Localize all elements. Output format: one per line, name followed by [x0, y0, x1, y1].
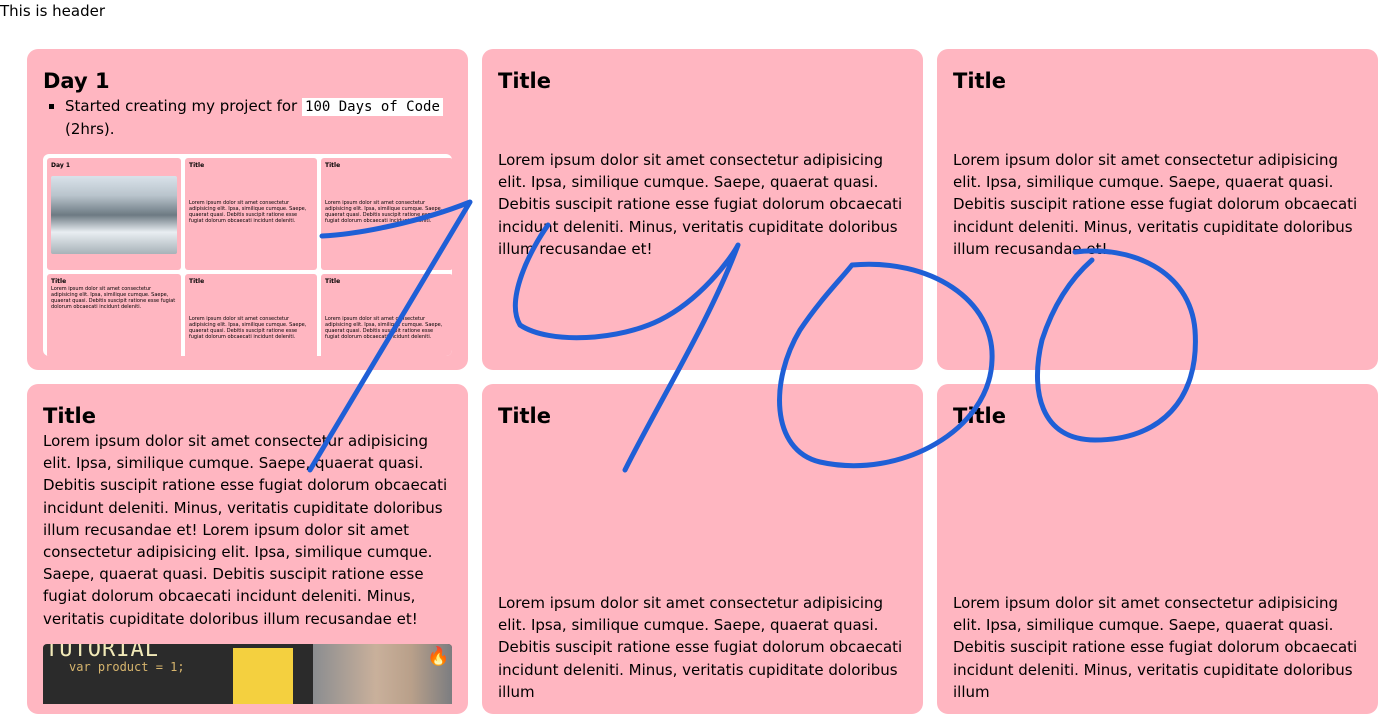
- card-title: Title: [498, 69, 552, 93]
- mini-card-text: Lorem ipsum dolor sit amet consectetur a…: [325, 316, 443, 341]
- mini-card-text: Lorem ipsum dolor sit amet consectetur a…: [189, 200, 307, 225]
- day-1-list: Started creating my project for 100 Days…: [43, 95, 452, 140]
- list-item: Started creating my project for 100 Days…: [65, 95, 452, 140]
- mini-card: Title Lorem ipsum dolor sit amet consect…: [185, 158, 317, 271]
- card-text: Lorem ipsum dolor sit amet consectetur a…: [498, 151, 903, 258]
- card-day-1: Day 1 Started creating my project for 10…: [27, 49, 468, 370]
- card-title: Title: [43, 404, 97, 428]
- card-4: Title Lorem ipsum dolor sit amet consect…: [27, 384, 468, 714]
- video-thumbnail: TUTORIAL var product = 1; 🔥: [43, 643, 452, 704]
- mini-card: Title Lorem ipsum dolor sit amet consect…: [321, 274, 452, 357]
- waterfall-image: [51, 176, 177, 255]
- screenshot-preview-image: Day 1 Title Lorem ipsum dolor sit amet c…: [43, 154, 452, 357]
- card-title: Title: [498, 404, 552, 428]
- list-item-text: Started creating my project for: [65, 97, 298, 115]
- mini-card-text: Lorem ipsum dolor sit amet consectetur a…: [51, 286, 176, 311]
- mini-card-title: Title: [325, 278, 341, 286]
- page-header: This is header: [0, 2, 106, 20]
- card-title: Title: [953, 404, 1007, 428]
- card-text: Lorem ipsum dolor sit amet consectetur a…: [498, 594, 903, 701]
- mini-card-title: Title: [325, 162, 341, 170]
- mini-card: Title Lorem ipsum dolor sit amet consect…: [185, 274, 317, 357]
- card-5: Title Lorem ipsum dolor sit amet consect…: [482, 384, 923, 714]
- flame-icon: 🔥: [427, 645, 450, 667]
- card-3: Title Lorem ipsum dolor sit amet consect…: [937, 49, 1378, 370]
- mini-card: Title Lorem ipsum dolor sit amet consect…: [321, 158, 452, 271]
- card-2: Title Lorem ipsum dolor sit amet consect…: [482, 49, 923, 370]
- video-code-line: var product = 1;: [69, 659, 185, 674]
- mini-card-title: Day 1: [51, 162, 71, 170]
- card-title: Day 1: [43, 69, 110, 93]
- mini-card: Title Lorem ipsum dolor sit amet consect…: [47, 274, 181, 357]
- card-text: Lorem ipsum dolor sit amet consectetur a…: [953, 594, 1358, 701]
- list-item-suffix: (2hrs).: [65, 120, 115, 139]
- cards-grid: Day 1 Started creating my project for 10…: [27, 49, 1378, 714]
- card-6: Title Lorem ipsum dolor sit amet consect…: [937, 384, 1378, 714]
- video-yellow-panel: [233, 647, 293, 704]
- mini-card-title: Title: [189, 162, 205, 170]
- mini-card-text: Lorem ipsum dolor sit amet consectetur a…: [189, 316, 307, 341]
- card-text: Lorem ipsum dolor sit amet consectetur a…: [953, 151, 1358, 258]
- card-text: Lorem ipsum dolor sit amet consectetur a…: [43, 432, 448, 628]
- card-title: Title: [953, 69, 1007, 93]
- mini-card-title: Title: [51, 278, 67, 286]
- mini-card-title: Title: [189, 278, 205, 286]
- inline-code: 100 Days of Code: [302, 98, 443, 116]
- mini-card: Day 1: [47, 158, 181, 271]
- mini-card-text: Lorem ipsum dolor sit amet consectetur a…: [325, 200, 443, 225]
